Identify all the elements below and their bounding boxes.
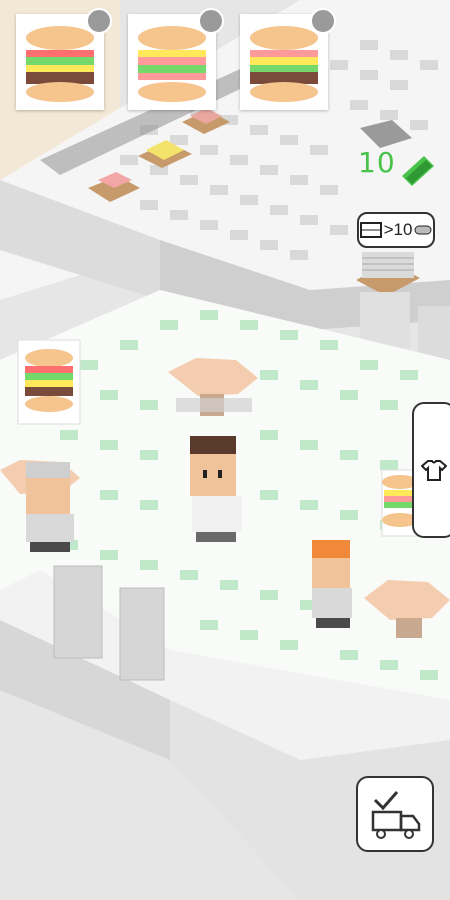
order-card-2[interactable] [128,8,224,110]
requirement-text: >10 [383,220,413,239]
order-timer-icon [310,8,336,34]
cash-icon [402,156,434,186]
customer-orange-hair [312,540,352,628]
order-card-1[interactable] [16,8,112,110]
order-timer-icon [86,8,112,34]
burger-stack-left [17,339,81,425]
outfit-side-tab[interactable] [412,402,450,538]
player-character [190,436,242,542]
shirt-icon [421,460,447,481]
money-value: 10 [358,146,396,179]
film-icon [359,222,382,238]
pill-icon [414,225,432,235]
order-card-3[interactable] [240,8,336,110]
sandwich-requirement-chip[interactable]: >10 [357,212,435,248]
money-counter: 10 [358,146,396,179]
truck-check-icon [371,791,421,839]
customer-grey-hair [26,462,74,552]
game-scene [0,0,450,900]
delivery-button[interactable] [356,776,434,852]
order-timer-icon [198,8,224,34]
